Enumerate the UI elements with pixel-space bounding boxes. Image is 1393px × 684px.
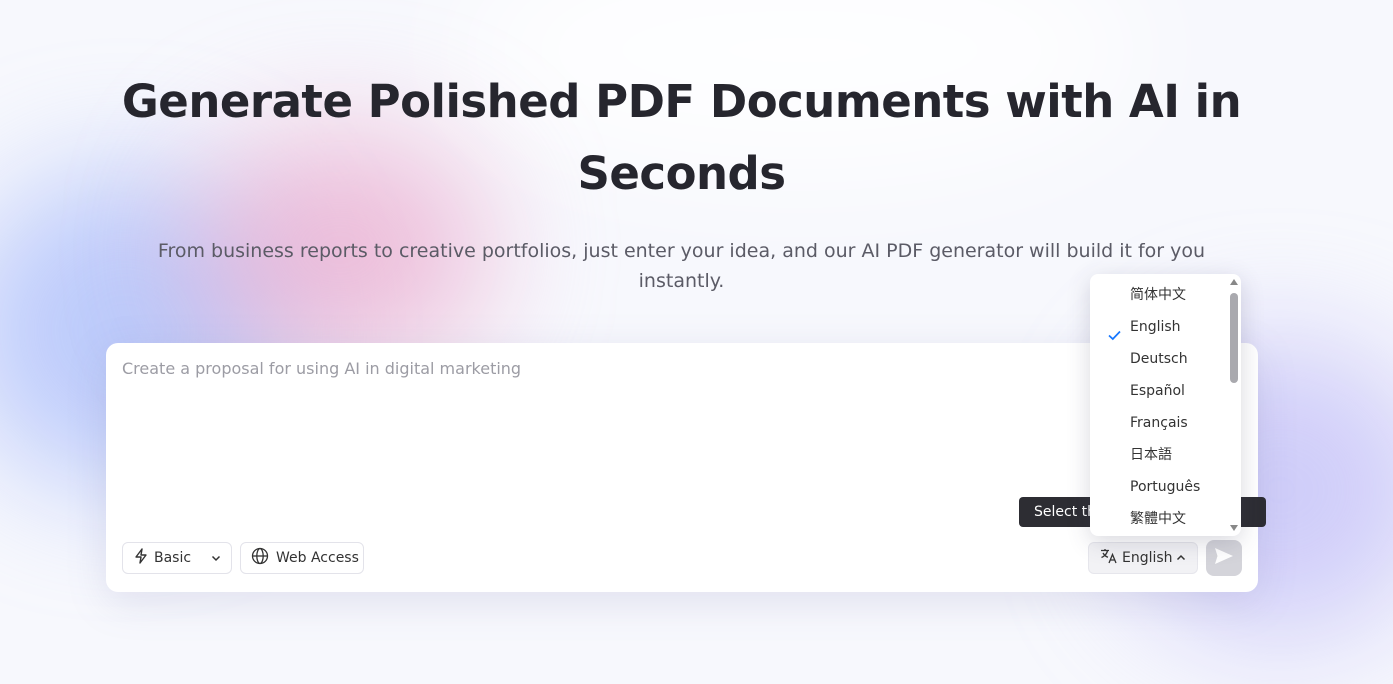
language-option[interactable]: Español xyxy=(1090,375,1241,407)
prompt-input[interactable] xyxy=(122,357,1082,497)
scroll-up-arrow-icon[interactable] xyxy=(1230,279,1238,285)
dropdown-scrollbar[interactable] xyxy=(1229,277,1239,533)
translate-icon xyxy=(1100,548,1118,568)
language-option[interactable]: 繁體中文 xyxy=(1090,503,1241,535)
chevron-down-icon xyxy=(210,552,222,568)
page-title-line-2: Seconds xyxy=(577,147,786,200)
send-icon xyxy=(1214,547,1234,570)
prompt-composer: Basic Web Access English xyxy=(106,343,1258,592)
language-select-button[interactable]: English xyxy=(1088,542,1198,574)
language-option[interactable]: Français xyxy=(1090,407,1241,439)
web-access-label: Web Access xyxy=(276,550,359,566)
mode-select-button[interactable]: Basic xyxy=(122,542,232,574)
tooltip-text-start: Select th xyxy=(1034,504,1097,520)
page-title-line-1: Generate Polished PDF Documents with AI … xyxy=(121,75,1242,128)
globe-icon xyxy=(251,547,269,569)
chevron-up-icon xyxy=(1175,552,1187,568)
page-subtitle: From business reports to creative portfo… xyxy=(157,240,1206,292)
lightning-icon xyxy=(134,548,148,568)
page-title: Generate Polished PDF Documents with AI … xyxy=(0,66,1363,210)
mode-select-label: Basic xyxy=(154,550,192,566)
language-select-label: English xyxy=(1122,550,1173,566)
language-dropdown-menu: 简体中文 English Deutsch Español Français 日本… xyxy=(1090,274,1241,536)
language-option[interactable]: Português xyxy=(1090,471,1241,503)
web-access-button[interactable]: Web Access xyxy=(240,542,364,574)
language-option[interactable]: Deutsch xyxy=(1090,343,1241,375)
language-option[interactable]: 简体中文 xyxy=(1090,279,1241,311)
scrollbar-thumb[interactable] xyxy=(1230,293,1238,383)
scroll-down-arrow-icon[interactable] xyxy=(1230,525,1238,531)
language-option[interactable]: 日本語 xyxy=(1090,439,1241,471)
language-option-selected[interactable]: English xyxy=(1090,311,1241,343)
send-button[interactable] xyxy=(1206,540,1242,576)
